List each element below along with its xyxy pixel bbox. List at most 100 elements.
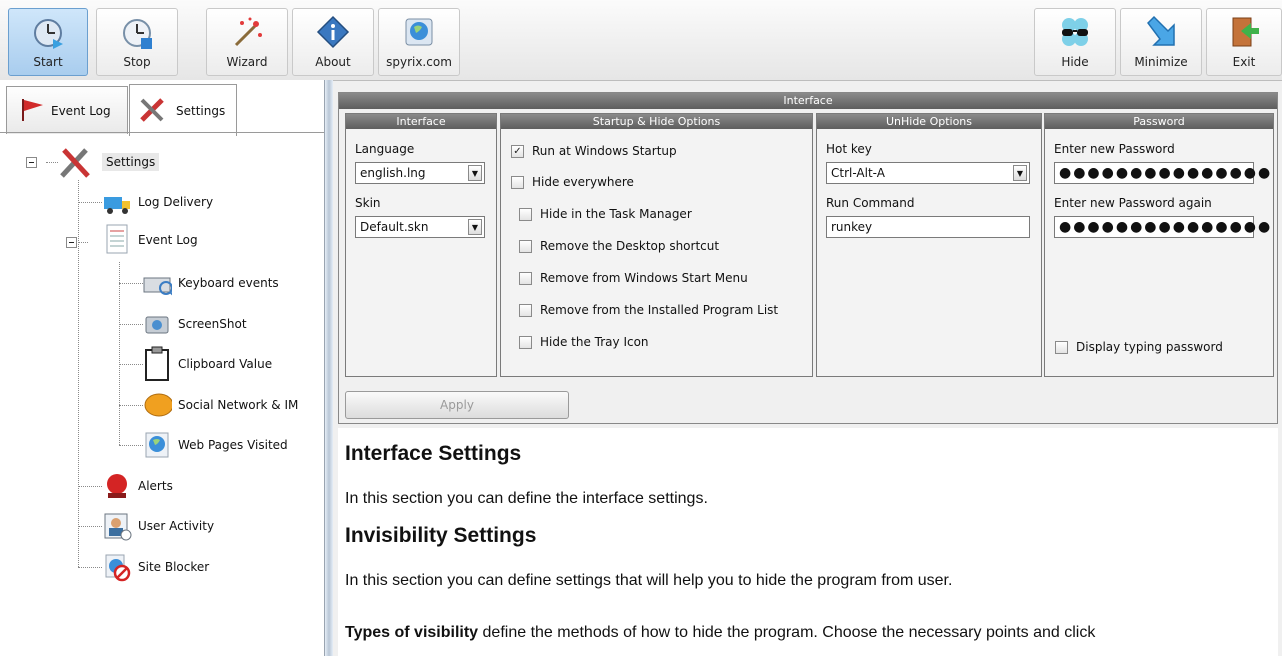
checkbox-label: Hide the Tray Icon (540, 335, 649, 349)
tree-item-label: Clipboard Value (178, 357, 273, 371)
checkbox-box (1055, 340, 1068, 354)
remove-desktop-shortcut-checkbox[interactable]: Remove the Desktop shortcut (519, 239, 719, 253)
sunglasses-clover-icon (1058, 15, 1092, 49)
hide-button[interactable]: Hide (1034, 8, 1116, 76)
interface-settings-text: In this section you can define the inter… (345, 490, 708, 507)
tree-item-screenshot[interactable]: ScreenShot (142, 309, 247, 339)
remove-program-list-checkbox[interactable]: Remove from the Installed Program List (519, 303, 778, 317)
collapse-toggle[interactable] (66, 237, 77, 248)
startup-panel-title: Startup & Hide Options (501, 114, 812, 129)
hide-everywhere-checkbox[interactable]: Hide everywhere (511, 175, 634, 189)
language-select[interactable]: english.lng ▼ (355, 162, 485, 184)
chat-bubble-icon (142, 390, 172, 420)
red-flag-icon (19, 96, 45, 125)
help-text-panel: Interface Settings In this section you c… (338, 428, 1278, 656)
chevron-down-icon: ▼ (1013, 165, 1027, 181)
camera-icon (142, 309, 172, 339)
tab-settings[interactable]: Settings (129, 84, 237, 136)
about-label: About (315, 55, 351, 69)
tree-line (119, 283, 143, 284)
tree-line (119, 364, 143, 365)
checkbox-label: Run at Windows Startup (532, 144, 677, 158)
visibility-types-rest: define the methods of how to hide the pr… (478, 624, 1096, 641)
new-password-value: ●●●●●●●●●●●●●●● (1059, 165, 1273, 181)
tree-line (119, 445, 143, 446)
tree-line (119, 262, 120, 445)
tree-line (78, 486, 102, 487)
exit-door-icon (1227, 15, 1261, 49)
run-command-input[interactable]: runkey (826, 216, 1030, 238)
interface-group: Interface Interface Language english.lng… (338, 92, 1278, 424)
hide-tray-icon-checkbox[interactable]: Hide the Tray Icon (519, 335, 649, 349)
minimize-button[interactable]: Minimize (1120, 8, 1202, 76)
tree-item-label: Alerts (138, 479, 173, 493)
new-password-input[interactable]: ●●●●●●●●●●●●●●● (1054, 162, 1270, 184)
tree-item-alerts[interactable]: Alerts (102, 471, 173, 501)
tree-item-social-network[interactable]: Social Network & IM (142, 390, 298, 420)
skin-select[interactable]: Default.skn ▼ (355, 216, 485, 238)
password-panel-title: Password (1045, 114, 1273, 129)
tree-item-label: Web Pages Visited (178, 438, 288, 452)
new-password-label: Enter new Password (1054, 142, 1175, 156)
chevron-down-icon: ▼ (468, 219, 482, 235)
confirm-password-label: Enter new Password again (1054, 196, 1212, 210)
tab-event-log[interactable]: Event Log (6, 86, 128, 134)
checkbox-label: Remove from the Installed Program List (540, 303, 779, 317)
wizard-button[interactable]: Wizard (206, 8, 288, 76)
clock-icon (31, 15, 65, 49)
hide-label: Hide (1061, 55, 1089, 69)
tree-item-log-delivery[interactable]: Log Delivery (102, 187, 213, 217)
invisibility-settings-heading: Invisibility Settings (345, 524, 537, 547)
language-value: english.lng (360, 166, 426, 180)
arrow-down-right-icon (1144, 15, 1178, 49)
run-at-startup-checkbox[interactable]: ✓ Run at Windows Startup (511, 144, 677, 158)
stop-button[interactable]: Stop (96, 8, 178, 76)
apply-button[interactable]: Apply (345, 391, 569, 419)
tree-item-site-blocker[interactable]: Site Blocker (102, 552, 209, 582)
interface-group-title: Interface (339, 93, 1277, 109)
password-panel: Password Enter new Password ●●●●●●●●●●●●… (1044, 113, 1274, 377)
interface-panel: Interface Language english.lng ▼ Skin De… (345, 113, 497, 377)
panel-splitter[interactable] (325, 80, 333, 656)
checkbox-box (519, 271, 532, 285)
run-command-value: runkey (831, 220, 873, 234)
chevron-down-icon: ▼ (468, 165, 482, 181)
collapse-toggle[interactable] (26, 157, 37, 168)
tree-item-user-activity[interactable]: User Activity (102, 511, 214, 541)
remove-start-menu-checkbox[interactable]: Remove from Windows Start Menu (519, 271, 748, 285)
tree-item-event-log[interactable]: Event Log (102, 224, 198, 255)
tree-item-web-pages[interactable]: Web Pages Visited (142, 430, 288, 460)
confirm-password-input[interactable]: ●●●●●●●●●●●●●●● (1054, 216, 1270, 238)
hotkey-label: Hot key (826, 142, 872, 156)
hotkey-select[interactable]: Ctrl-Alt-A ▼ (826, 162, 1030, 184)
user-icon (102, 511, 132, 541)
tree-item-label: User Activity (138, 519, 215, 533)
tree-line (78, 526, 102, 527)
alarm-siren-icon (102, 471, 132, 501)
tab-divider (0, 132, 324, 133)
start-button[interactable]: Start (8, 8, 88, 76)
globe-icon (142, 430, 172, 460)
settings-content: Interface Interface Language english.lng… (334, 86, 1282, 656)
hide-task-manager-checkbox[interactable]: Hide in the Task Manager (519, 207, 692, 221)
exit-button[interactable]: Exit (1206, 8, 1282, 76)
display-password-checkbox[interactable]: Display typing password (1055, 340, 1223, 354)
tree-line (78, 202, 102, 203)
spyrix-site-button[interactable]: spyrix.com (378, 8, 460, 76)
tree-line (119, 405, 143, 406)
tree-item-settings[interactable]: Settings (56, 142, 160, 182)
tree-item-label: Site Blocker (138, 560, 210, 574)
checkbox-label: Remove the Desktop shortcut (540, 239, 720, 253)
tree-item-clipboard[interactable]: Clipboard Value (142, 346, 272, 382)
tree-item-label: Log Delivery (138, 195, 214, 209)
checkbox-box (519, 335, 532, 349)
tree-item-keyboard-events[interactable]: Keyboard events (142, 268, 279, 298)
interface-panel-title: Interface (346, 114, 496, 129)
about-button[interactable]: About (292, 8, 374, 76)
clock-icon (120, 15, 154, 49)
globe-icon (402, 15, 436, 49)
blocked-site-icon (102, 552, 132, 582)
tree-line (78, 242, 88, 243)
minimize-label: Minimize (1134, 55, 1188, 69)
tab-settings-label: Settings (176, 103, 226, 118)
